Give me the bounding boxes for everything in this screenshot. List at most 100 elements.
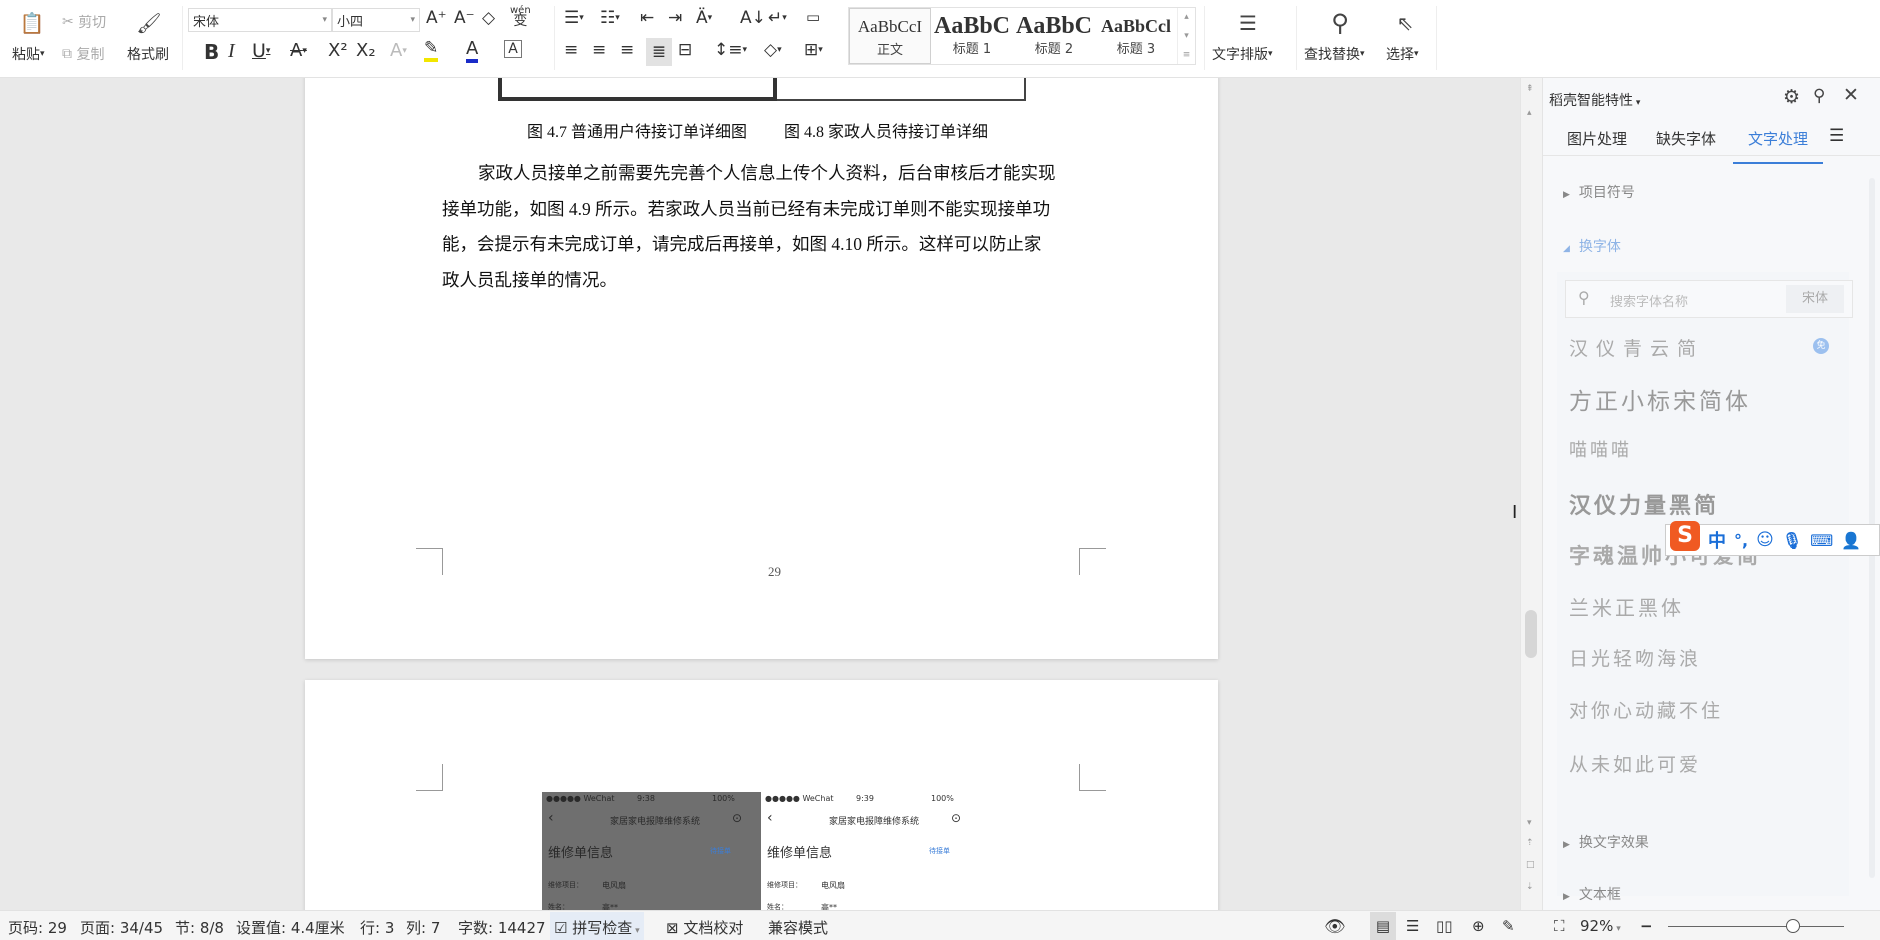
highlight-icon[interactable]: ✎: [424, 38, 439, 62]
page-29[interactable]: 图 4.7 普通用户待接订单详细图 图 4.8 家政人员待接订单详细 家政人员接…: [305, 78, 1218, 659]
align-left-icon[interactable]: ≡: [564, 40, 578, 60]
ruler-icon[interactable]: ▭: [806, 8, 820, 26]
emoji-icon[interactable]: ☺: [1756, 530, 1774, 550]
style-gallery-scroll[interactable]: ▴ ▾ ≡: [1177, 8, 1195, 64]
paste-button[interactable]: 粘贴 ▾: [12, 44, 45, 64]
tab-image-processing[interactable]: 图片处理: [1567, 128, 1627, 149]
spell-check-button[interactable]: ☑ 拼写检查 ▾: [550, 912, 644, 940]
menu-icon[interactable]: ☰: [1829, 126, 1844, 146]
font-size-select[interactable]: 小四 ▾: [332, 8, 420, 32]
reading-view-icon[interactable]: ▯▯: [1436, 917, 1453, 935]
find-replace-button[interactable]: 查找替换 ▾: [1304, 44, 1365, 64]
font-search-input[interactable]: ⚲ 搜索字体名称 宋体: [1565, 280, 1853, 318]
write-mode-icon[interactable]: ✎: [1502, 917, 1515, 935]
distributed-icon[interactable]: ⊟: [678, 40, 692, 60]
panel-title-dropdown[interactable]: 稻壳智能特性 ▾: [1549, 90, 1640, 110]
next-page-icon[interactable]: ⇣: [1526, 882, 1534, 892]
line-spacing-icon[interactable]: ↕≡ ▾: [714, 40, 747, 60]
search-icon[interactable]: ⚲: [1322, 6, 1358, 40]
page-30[interactable]: ●●●●● WeChat 9:38 100% ‹ 家居家电报障维修系统 ⊙ 维修单信息 待接单…: [305, 680, 1218, 910]
zoom-dropdown[interactable]: 92% ▾: [1580, 917, 1621, 935]
scroll-top-icon[interactable]: ⇞: [1526, 84, 1534, 94]
font-option[interactable]: 兰米正黑体: [1569, 592, 1684, 621]
scroll-down-icon[interactable]: ▾: [1527, 818, 1532, 828]
section-text-effects[interactable]: ▶ 换文字效果: [1563, 832, 1649, 852]
microphone-icon[interactable]: 🎙: [1782, 531, 1802, 550]
prev-page-icon[interactable]: ⇡: [1526, 838, 1534, 848]
tab-text-processing[interactable]: 文字处理: [1733, 128, 1823, 164]
increase-indent-icon[interactable]: ⇥: [668, 8, 682, 28]
style-heading-1[interactable]: AaBbC 标题 1: [931, 8, 1013, 64]
gear-icon[interactable]: ⚙: [1783, 86, 1800, 108]
document-area[interactable]: 图 4.7 普通用户待接订单详细图 图 4.8 家政人员待接订单详细 家政人员接…: [0, 78, 1524, 910]
zoom-slider[interactable]: [1668, 919, 1844, 933]
text-layout-icon[interactable]: ☰: [1230, 6, 1266, 40]
copy-button[interactable]: ⧉ 复制: [62, 44, 104, 64]
brush-icon[interactable]: 🖌: [136, 6, 162, 40]
show-marks-icon[interactable]: ↵ ▾: [768, 8, 787, 28]
font-option[interactable]: 从未如此可爱: [1569, 750, 1701, 777]
subscript-icon[interactable]: X₂: [356, 40, 376, 61]
font-color-icon[interactable]: A: [466, 38, 479, 63]
outline-view-icon[interactable]: ☰: [1406, 917, 1419, 935]
style-normal[interactable]: AaBbCcI 正文: [849, 8, 931, 64]
section-bullets[interactable]: ▶ 项目符号: [1563, 182, 1635, 202]
section-textbox[interactable]: ▶ 文本框: [1563, 884, 1621, 904]
doc-proofread-button[interactable]: ⊠ 文档校对: [666, 917, 743, 938]
document-scrollbar[interactable]: ⇞ ▴ ▾ ⇡ □ ⇣: [1520, 78, 1542, 910]
zoom-slider-thumb[interactable]: [1785, 919, 1800, 933]
text-effect-icon[interactable]: A ▾: [390, 40, 407, 61]
ime-language-toggle[interactable]: 中: [1708, 527, 1726, 553]
user-icon[interactable]: 👤: [1841, 531, 1861, 550]
decrease-indent-icon[interactable]: ⇤: [640, 8, 654, 28]
select-button[interactable]: 选择 ▾: [1386, 44, 1419, 64]
text-direction-icon[interactable]: Ä ▾: [696, 8, 712, 28]
font-option[interactable]: 方正小标宋简体: [1569, 382, 1751, 416]
superscript-icon[interactable]: X²: [328, 40, 348, 61]
borders-icon[interactable]: ⊞ ▾: [804, 40, 823, 60]
numbering-icon[interactable]: ☷ ▾: [600, 8, 620, 28]
tab-missing-fonts[interactable]: 缺失字体: [1656, 128, 1716, 149]
section-change-font[interactable]: ◢ 换字体: [1563, 236, 1621, 256]
bold-icon[interactable]: B: [204, 40, 219, 64]
web-view-icon[interactable]: ⊕: [1472, 917, 1485, 935]
char-border-icon[interactable]: A: [504, 40, 522, 58]
cursor-icon[interactable]: ⇖: [1392, 6, 1418, 40]
eye-protection-icon[interactable]: 👁: [1324, 917, 1346, 937]
font-option[interactable]: 汉仪青云简: [1569, 334, 1704, 361]
font-name-select[interactable]: 宋体 ▾: [188, 8, 332, 32]
zoom-out-icon[interactable]: −: [1640, 917, 1653, 935]
status-page-code[interactable]: 页码: 29: [8, 917, 67, 938]
body-paragraph[interactable]: 家政人员接单之前需要先完善个人信息上传个人资料，后台审核后才能实现 接单功能，如…: [442, 156, 1102, 298]
status-setting[interactable]: 设置值: 4.4厘米: [236, 917, 345, 938]
pin-icon[interactable]: ⚲: [1813, 86, 1825, 106]
grow-font-icon[interactable]: A⁺: [426, 8, 447, 28]
text-layout-button[interactable]: 文字排版 ▾: [1212, 44, 1273, 64]
paste-icon[interactable]: 📋: [14, 6, 50, 40]
close-icon[interactable]: ✕: [1843, 84, 1859, 106]
format-painter-button[interactable]: 格式刷: [127, 44, 169, 64]
bullets-icon[interactable]: ☰ ▾: [564, 8, 584, 28]
phonetic-guide-button[interactable]: wén 变: [510, 6, 531, 29]
page-view-icon[interactable]: ▤: [1370, 912, 1396, 940]
align-center-icon[interactable]: ≡: [592, 40, 606, 60]
status-section[interactable]: 节: 8/8: [175, 917, 224, 938]
keyboard-icon[interactable]: ⌨: [1810, 531, 1833, 550]
font-option[interactable]: 汉仪力量黑简: [1569, 488, 1719, 520]
cut-button[interactable]: ✂ 剪切: [62, 12, 106, 32]
sort-icon[interactable]: A↓: [740, 8, 766, 28]
select-browse-icon[interactable]: □: [1526, 860, 1535, 870]
font-option[interactable]: 日光轻吻海浪: [1569, 644, 1701, 671]
align-right-icon[interactable]: ≡: [620, 40, 634, 60]
strikethrough-icon[interactable]: A ▾: [290, 40, 307, 61]
style-heading-3[interactable]: AaBbCcl 标题 3: [1095, 8, 1177, 64]
justify-icon[interactable]: ≣: [646, 38, 672, 66]
underline-icon[interactable]: U ▾: [252, 40, 270, 62]
italic-icon[interactable]: I: [228, 40, 235, 63]
fit-page-icon[interactable]: ⛶: [1554, 917, 1565, 935]
status-page[interactable]: 页面: 34/45: [80, 917, 163, 938]
ime-punctuation-toggle[interactable]: °,: [1734, 531, 1748, 550]
font-option[interactable]: 对你心动藏不住: [1569, 696, 1723, 723]
font-option[interactable]: 喵喵喵: [1569, 436, 1632, 462]
scroll-thumb[interactable]: [1525, 610, 1537, 658]
